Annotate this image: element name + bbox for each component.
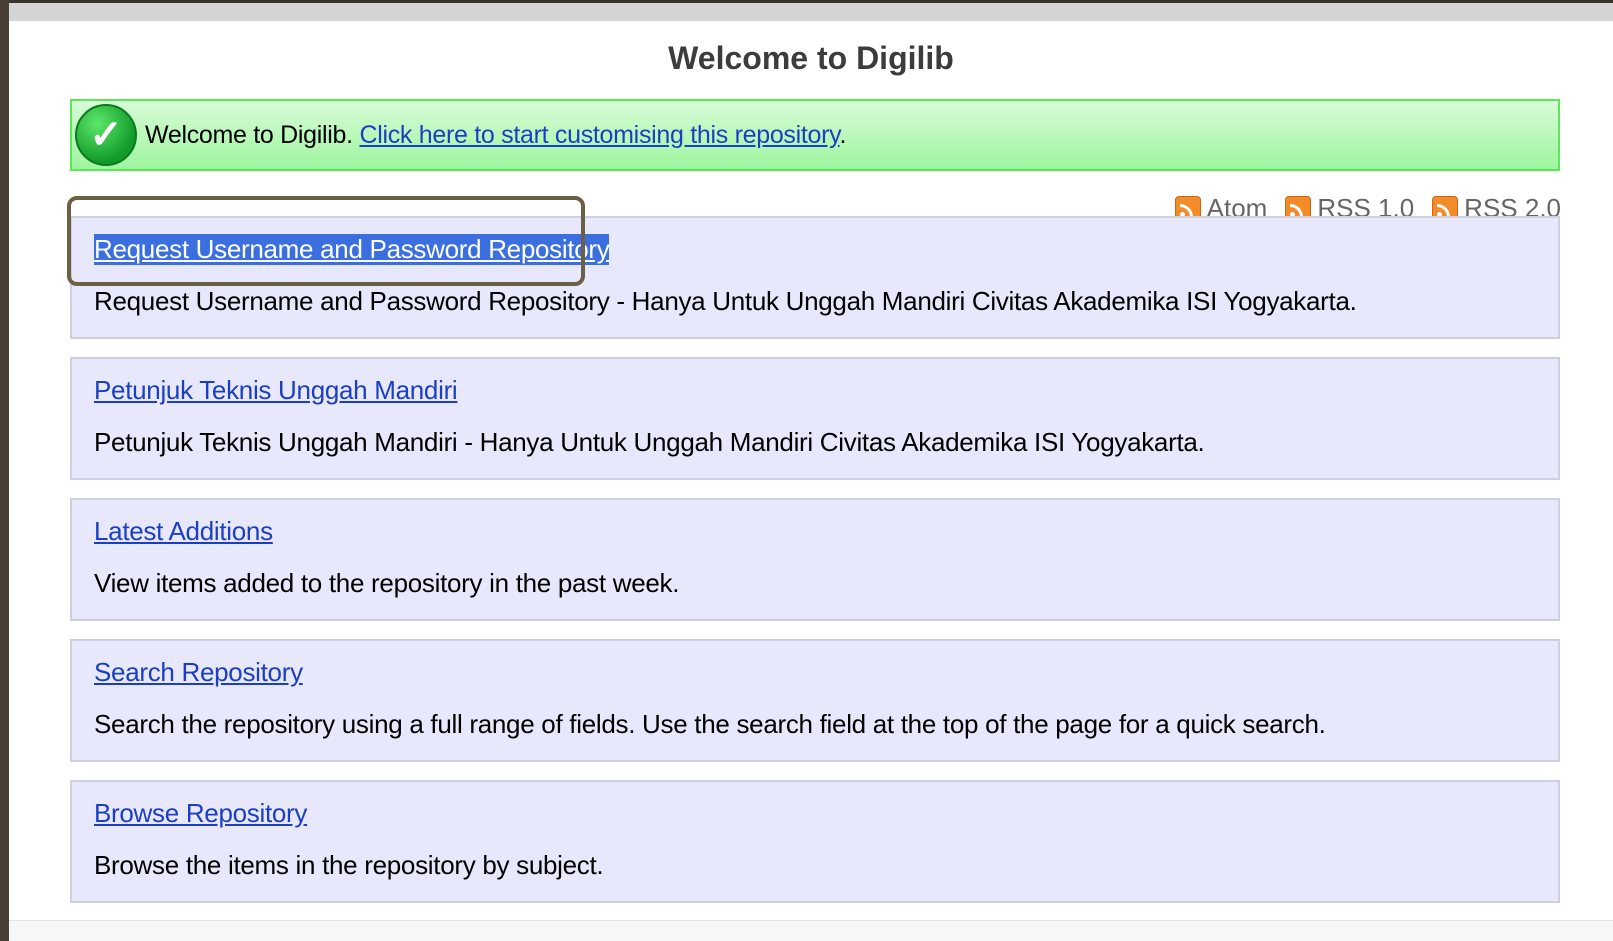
card-description: Browse the items in the repository by su… <box>94 850 604 880</box>
customise-repository-link[interactable]: Click here to start customising this rep… <box>359 121 839 149</box>
upload-guide-link[interactable]: Petunjuk Teknis Unggah Mandiri <box>94 375 458 406</box>
welcome-message: ✓ Welcome to Digilib. Click here to star… <box>70 99 1560 171</box>
highlight-annotation <box>67 196 585 286</box>
welcome-suffix: . <box>839 120 847 149</box>
card-search-repository: Search Repository Search the repository … <box>70 639 1560 762</box>
card-description: Search the repository using a full range… <box>94 709 1326 739</box>
card-description: Petunjuk Teknis Unggah Mandiri - Hanya U… <box>94 427 1205 457</box>
welcome-message-text: Welcome to Digilib. Click here to start … <box>145 121 846 150</box>
card-browse-repository: Browse Repository Browse the items in th… <box>70 780 1560 903</box>
browse-repository-link[interactable]: Browse Repository <box>94 798 307 829</box>
card-description: View items added to the repository in th… <box>94 568 680 598</box>
card-description: Request Username and Password Repository… <box>94 286 1357 316</box>
card-latest-additions: Latest Additions View items added to the… <box>70 498 1560 621</box>
page: Welcome to Digilib ✓ Welcome to Digilib.… <box>9 0 1613 941</box>
latest-additions-link[interactable]: Latest Additions <box>94 516 273 547</box>
page-title: Welcome to Digilib <box>668 40 954 76</box>
header-strip <box>9 3 1613 21</box>
search-repository-link[interactable]: Search Repository <box>94 657 303 688</box>
welcome-text: Welcome to Digilib. <box>145 120 360 149</box>
bottom-strip <box>9 920 1613 941</box>
card-upload-guide: Petunjuk Teknis Unggah Mandiri Petunjuk … <box>70 357 1560 480</box>
checkmark-icon: ✓ <box>75 104 137 166</box>
